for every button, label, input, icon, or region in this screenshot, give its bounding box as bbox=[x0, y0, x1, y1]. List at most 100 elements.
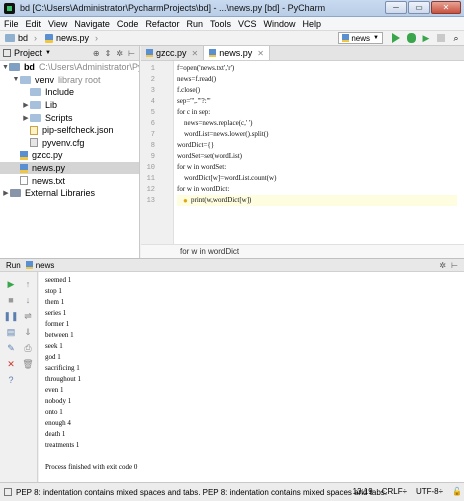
cursor-position[interactable]: 13:19 bbox=[353, 487, 373, 496]
tab-news[interactable]: news.py ✕ bbox=[204, 46, 270, 60]
tree-item-venv[interactable]: ▼ venv library root bbox=[0, 74, 139, 87]
tool-windows-icon[interactable] bbox=[4, 488, 12, 496]
stop-button[interactable]: ■ bbox=[3, 292, 19, 308]
tab-gzcc[interactable]: gzcc.py ✕ bbox=[141, 46, 205, 60]
soft-wrap-button[interactable]: ⇌ bbox=[20, 308, 36, 324]
close-button[interactable]: ✕ bbox=[431, 1, 461, 14]
pycharm-logo-icon bbox=[4, 2, 15, 14]
tree-item-pyvenv[interactable]: pyvenv.cfg bbox=[0, 137, 139, 150]
hide-icon[interactable]: ⊢ bbox=[128, 49, 135, 58]
status-message: PEP 8: indentation contains mixed spaces… bbox=[16, 487, 388, 497]
tree-item-news-py[interactable]: news.py bbox=[0, 161, 139, 175]
restore-layout-button[interactable]: ▤ bbox=[3, 324, 19, 340]
run-button[interactable] bbox=[390, 32, 402, 44]
gear-icon[interactable]: ✲ bbox=[116, 49, 123, 58]
window-title: bd [C:\Users\Administrator\PycharmProjec… bbox=[20, 3, 326, 13]
python-file-icon bbox=[20, 163, 28, 173]
stop-button[interactable] bbox=[435, 32, 447, 44]
coverage-icon: ▶ bbox=[422, 32, 430, 43]
project-panel-header: Project ▼ ⊕ ⇕ ✲ ⊢ bbox=[0, 46, 139, 61]
tree-item-gzcc[interactable]: gzcc.py bbox=[0, 149, 139, 162]
tree-item-lib[interactable]: ▶ Lib bbox=[0, 99, 139, 112]
run-config-select[interactable]: news ▼ bbox=[338, 32, 383, 44]
project-panel-title[interactable]: Project bbox=[14, 48, 42, 58]
lock-icon[interactable]: 🔓 bbox=[452, 487, 462, 496]
gear-icon[interactable]: ✲ bbox=[439, 261, 446, 270]
maximize-button[interactable]: ▭ bbox=[408, 1, 430, 14]
tree-item-bd[interactable]: ▼ bd C:\Users\Administrator\Pycha bbox=[0, 61, 139, 74]
code-editor[interactable]: 1 2 3 4 5 6 7 8 9 10 11 12 13 f=open('ne… bbox=[141, 61, 464, 244]
python-file-icon bbox=[25, 261, 33, 269]
run-console[interactable]: seemed 1 stop 1 them 1 series 1 former 1… bbox=[39, 272, 464, 482]
chevron-down-icon: ▼ bbox=[373, 35, 379, 41]
clear-button[interactable]: 🗑 bbox=[20, 356, 36, 372]
collapsed-arrow-icon[interactable]: ▶ bbox=[2, 189, 10, 197]
print-button[interactable]: ⎙ bbox=[20, 340, 36, 356]
run-panel-label[interactable]: Run bbox=[6, 261, 21, 270]
scroll-up-button[interactable]: ↑ bbox=[20, 276, 36, 292]
menu-vcs[interactable]: VCS bbox=[238, 19, 257, 29]
help-button[interactable]: ? bbox=[3, 372, 19, 388]
line-separator[interactable]: CRLF÷ bbox=[382, 487, 407, 496]
menu-run[interactable]: Run bbox=[186, 19, 203, 29]
file-encoding[interactable]: UTF-8÷ bbox=[416, 487, 443, 496]
console-line: between 1 bbox=[45, 331, 74, 339]
menu-tools[interactable]: Tools bbox=[210, 19, 231, 29]
close-tab-icon[interactable]: ✕ bbox=[192, 49, 199, 58]
expanded-arrow-icon[interactable]: ▼ bbox=[12, 76, 20, 83]
console-line: seemed 1 bbox=[45, 276, 72, 284]
search-everywhere-button[interactable]: ⌕ bbox=[450, 32, 462, 44]
pause-button[interactable]: ❚❚ bbox=[3, 308, 19, 324]
nav-crumb-file[interactable]: news.py bbox=[45, 33, 89, 43]
console-line: treatments 1 bbox=[45, 441, 80, 449]
minimize-button[interactable]: ─ bbox=[385, 1, 407, 14]
menu-edit[interactable]: Edit bbox=[26, 19, 42, 29]
menu-help[interactable]: Help bbox=[303, 19, 322, 29]
scroll-down-button[interactable]: ↓ bbox=[20, 292, 36, 308]
scroll-to-end-button[interactable]: ⇓ bbox=[20, 324, 36, 340]
pin-icon: ✎ bbox=[7, 342, 15, 353]
hide-icon[interactable]: ⊢ bbox=[451, 261, 458, 270]
close-tab-icon[interactable]: ✕ bbox=[257, 49, 264, 58]
tree-item-news-txt[interactable]: news.txt bbox=[0, 174, 139, 187]
rerun-button[interactable]: ▶ bbox=[3, 276, 19, 292]
code-line: f=open('news.txt','r') bbox=[177, 64, 235, 72]
collapse-icon[interactable]: ⇕ bbox=[105, 49, 112, 58]
tree-item-scripts[interactable]: ▶ Scripts bbox=[0, 111, 139, 124]
tree-item-include[interactable]: Include bbox=[0, 86, 139, 99]
console-line: them 1 bbox=[45, 298, 65, 306]
menu-window[interactable]: Window bbox=[264, 19, 296, 29]
trash-icon: 🗑 bbox=[22, 358, 34, 369]
console-line: onto 1 bbox=[45, 408, 63, 416]
nav-crumb-project[interactable]: bd bbox=[5, 33, 28, 43]
collapsed-arrow-icon[interactable]: ▶ bbox=[22, 101, 30, 109]
chevron-down-icon[interactable]: ▼ bbox=[45, 50, 51, 56]
tree-item-external-libraries[interactable]: ▶ External Libraries bbox=[0, 187, 139, 200]
code-line-current: print(w,wordDict[w]) bbox=[177, 195, 457, 206]
arrow-down-icon: ↓ bbox=[25, 295, 31, 305]
collapsed-arrow-icon[interactable]: ▶ bbox=[22, 114, 30, 122]
tree-item-pip-selfcheck[interactable]: pip-selfcheck.json bbox=[0, 124, 139, 137]
menu-navigate[interactable]: Navigate bbox=[74, 19, 110, 29]
coverage-button[interactable]: ▶ bbox=[420, 32, 432, 44]
pin-button[interactable]: ✎ bbox=[3, 340, 19, 356]
console-line: nobody 1 bbox=[45, 397, 72, 405]
sync-icon[interactable]: ⊕ bbox=[93, 49, 100, 58]
code-line: for w in wordDict: bbox=[177, 185, 230, 193]
close-run-button[interactable]: ✕ bbox=[3, 356, 19, 372]
expanded-arrow-icon[interactable]: ▼ bbox=[2, 64, 9, 71]
code-line: wordSet=set(wordList) bbox=[177, 152, 242, 160]
folder-icon bbox=[30, 101, 41, 110]
python-file-icon bbox=[146, 49, 153, 57]
code-breadcrumb[interactable]: for w in wordDict bbox=[141, 244, 464, 258]
menu-view[interactable]: View bbox=[48, 19, 67, 29]
bug-icon bbox=[406, 33, 416, 43]
menu-file[interactable]: File bbox=[4, 19, 19, 29]
menu-refactor[interactable]: Refactor bbox=[145, 19, 179, 29]
project-panel: Project ▼ ⊕ ⇕ ✲ ⊢ ▼ bd C:\Users\Administ… bbox=[0, 46, 140, 258]
run-panel-header: Run news ✲ ⊢ bbox=[0, 258, 464, 272]
run-tab-label[interactable]: news bbox=[36, 261, 55, 270]
lightbulb-icon[interactable]: ● bbox=[183, 196, 188, 205]
menu-code[interactable]: Code bbox=[117, 19, 139, 29]
debug-button[interactable] bbox=[405, 32, 417, 44]
